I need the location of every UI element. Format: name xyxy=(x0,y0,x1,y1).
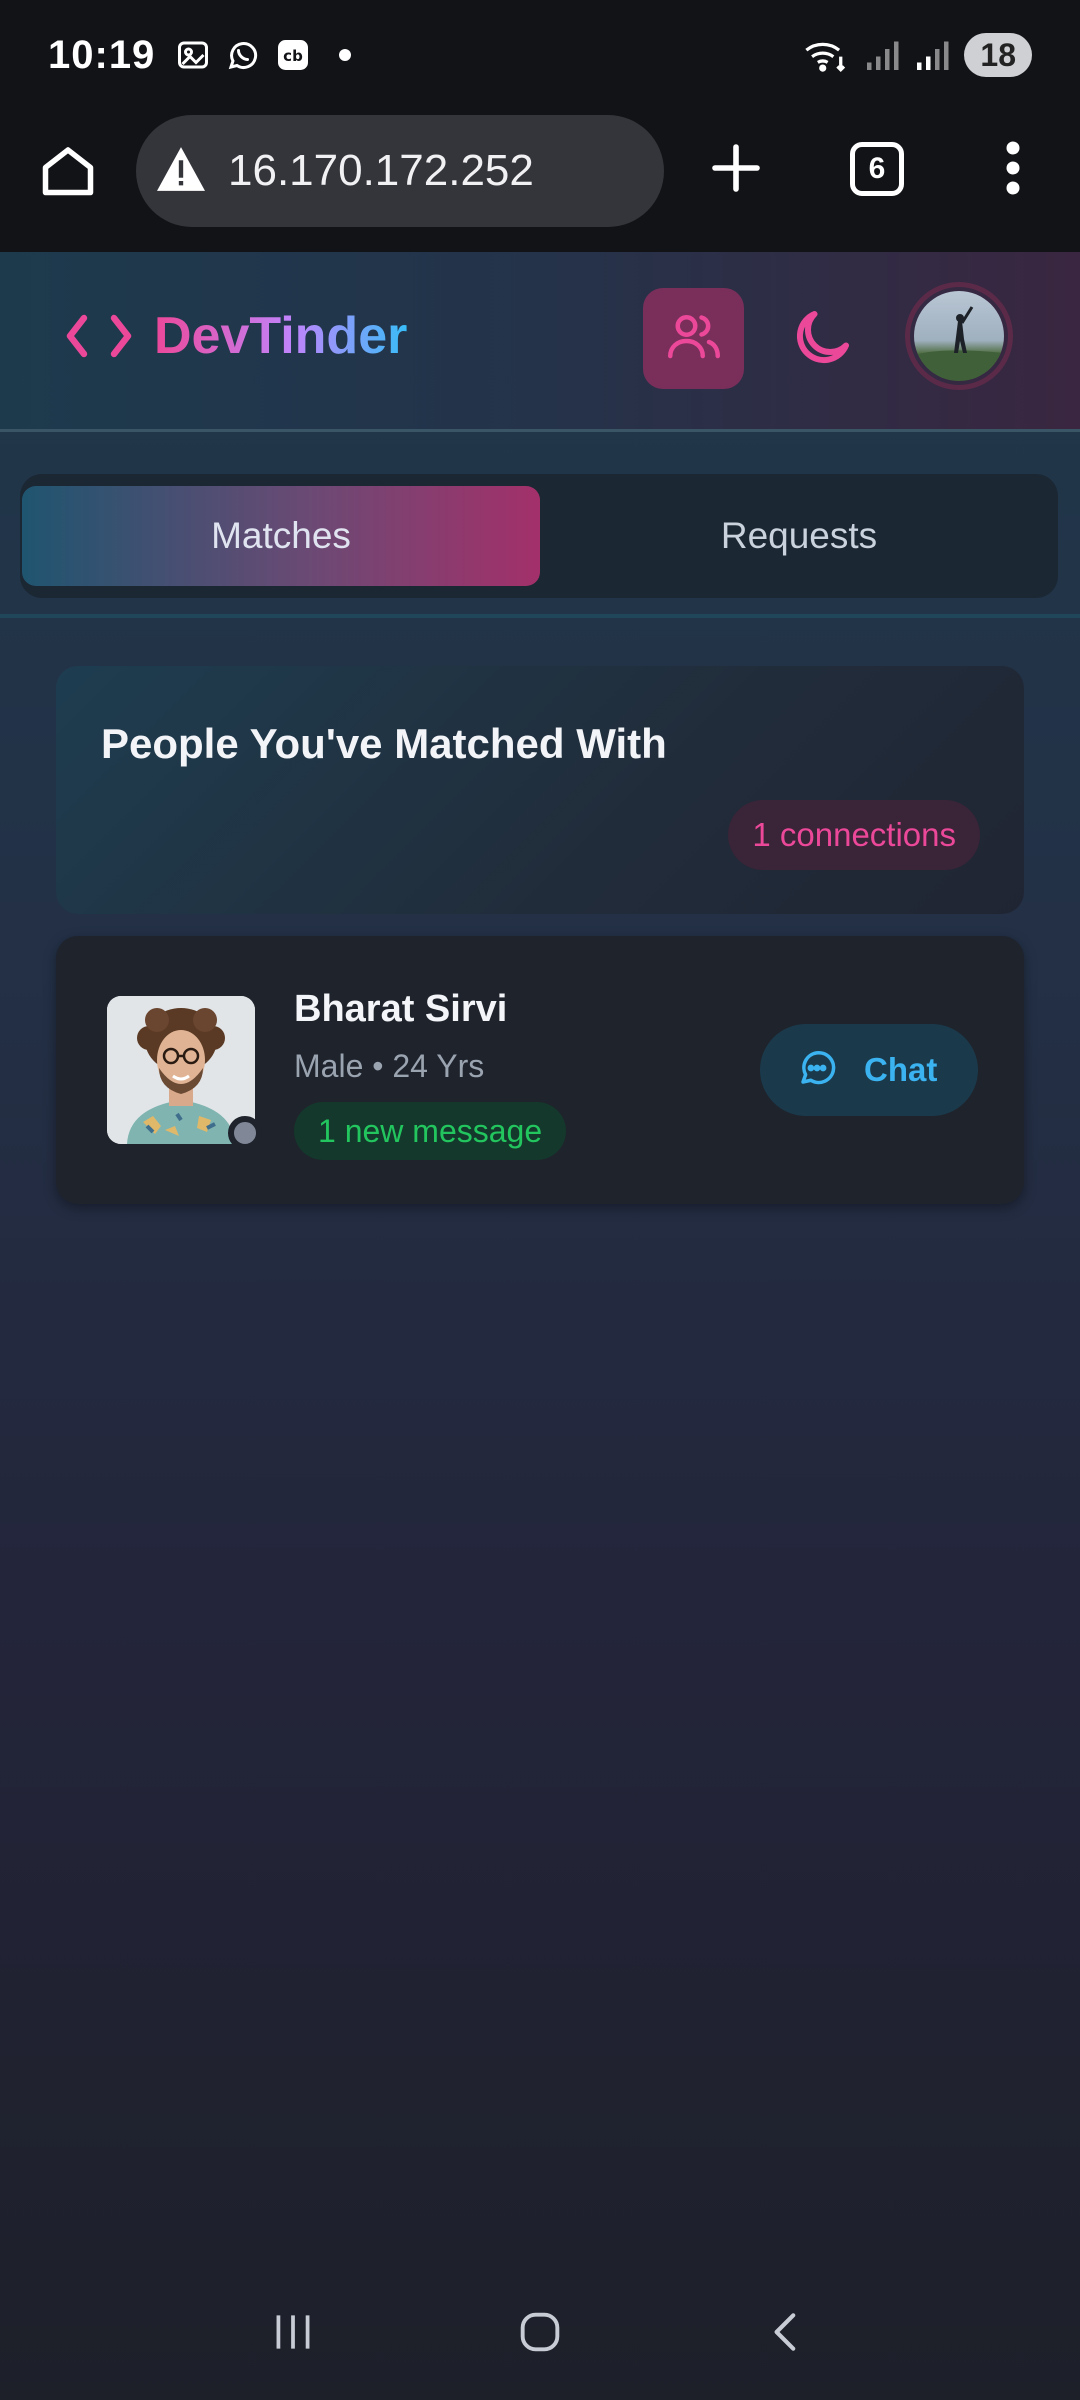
chat-button[interactable]: Chat xyxy=(760,1024,978,1116)
notification-icons: cb xyxy=(175,37,352,73)
users-icon xyxy=(664,306,724,371)
moon-icon xyxy=(786,311,858,378)
status-dot xyxy=(339,49,352,61)
matches-header-card: People You've Matched With 1 connections xyxy=(56,666,1024,914)
status-right: 18 xyxy=(802,33,1032,77)
gallery-icon xyxy=(175,37,211,73)
brand-name: DevTinder xyxy=(154,307,408,365)
code-icon xyxy=(66,310,132,362)
system-nav-bar xyxy=(0,2264,1080,2400)
battery-indicator: 18 xyxy=(964,33,1032,77)
phone-screen: 10:19 cb 18 16.170.172.252 6 DevTinder M… xyxy=(0,0,1080,2400)
whatsapp-icon xyxy=(225,37,261,73)
signal-icon xyxy=(864,37,900,73)
wifi-icon xyxy=(802,37,850,73)
status-time: 10:19 xyxy=(48,32,156,77)
cb-icon: cb xyxy=(275,37,311,73)
status-bar: 10:19 cb 18 xyxy=(0,0,1080,110)
browser-toolbar: 16.170.172.252 6 xyxy=(0,110,1080,252)
theme-toggle-button[interactable] xyxy=(786,302,858,374)
new-message-badge: 1 new message xyxy=(294,1102,567,1160)
chat-label: Chat xyxy=(864,1051,938,1088)
section-title: People You've Matched With xyxy=(101,720,667,767)
connections-button[interactable] xyxy=(643,288,744,389)
message-circle-icon xyxy=(796,1047,838,1094)
avatar-image xyxy=(914,291,1004,381)
warning-icon[interactable] xyxy=(154,145,208,198)
new-tab-icon[interactable] xyxy=(708,140,764,196)
tab-requests[interactable]: Requests xyxy=(540,486,1058,586)
more-options-icon[interactable] xyxy=(998,138,1028,198)
match-card[interactable]: Bharat Sirvi Male • 24 Yrs 1 new message… xyxy=(56,936,1024,1204)
back-icon[interactable] xyxy=(752,2297,822,2367)
address-bar[interactable]: 16.170.172.252 xyxy=(136,115,664,227)
url-text: 16.170.172.252 xyxy=(228,146,534,195)
signal-icon xyxy=(914,37,950,73)
logo[interactable]: DevTinder xyxy=(66,306,407,366)
home-nav-icon[interactable] xyxy=(505,2297,575,2367)
divider xyxy=(0,614,1080,618)
tab-bar: Matches Requests xyxy=(20,474,1058,598)
home-icon[interactable] xyxy=(38,140,98,200)
svg-text:cb: cb xyxy=(283,47,303,65)
recent-apps-icon[interactable] xyxy=(258,2297,328,2367)
tab-switcher-button[interactable]: 6 xyxy=(850,142,904,196)
match-name: Bharat Sirvi xyxy=(294,988,508,1030)
match-details: Male • 24 Yrs xyxy=(294,1048,485,1084)
app-header: DevTinder xyxy=(0,252,1080,432)
profile-avatar[interactable] xyxy=(905,282,1013,390)
online-status-dot xyxy=(228,1116,262,1150)
tab-matches[interactable]: Matches xyxy=(22,486,540,586)
connections-count-badge: 1 connections xyxy=(728,800,980,870)
